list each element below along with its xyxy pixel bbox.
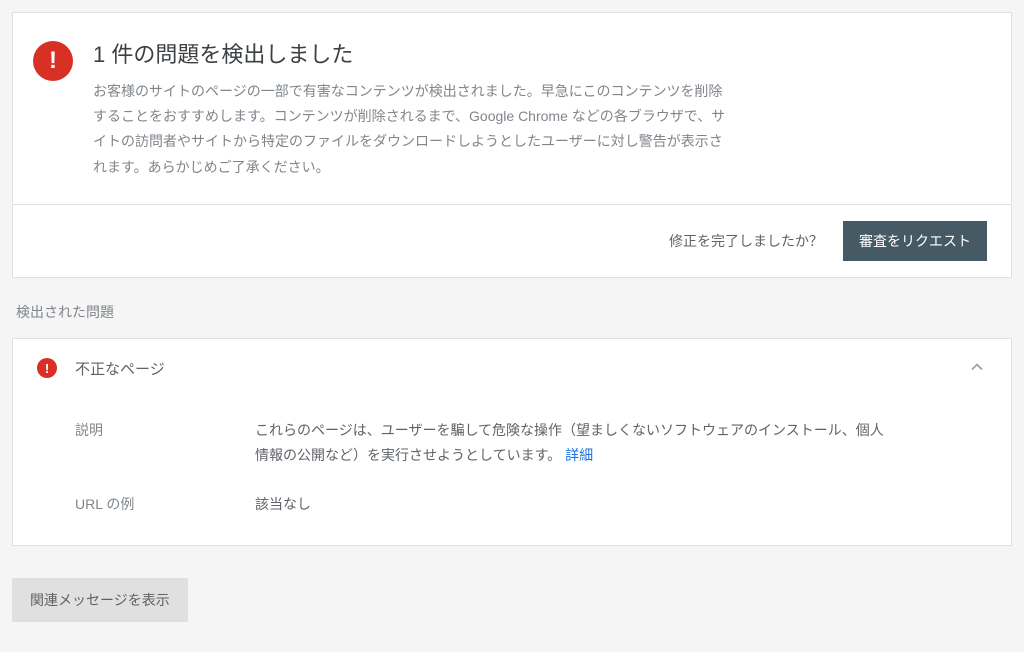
error-icon: !: [37, 358, 57, 378]
url-example-row: URL の例 該当なし: [75, 492, 987, 517]
alert-card: ! 1 件の問題を検出しました お客様のサイトのページの一部で有害なコンテンツが…: [12, 12, 1012, 278]
error-icon: !: [33, 41, 73, 81]
alert-description: お客様のサイトのページの一部で有害なコンテンツが検出されました。早急にこのコンテ…: [93, 79, 733, 180]
alert-body: ! 1 件の問題を検出しました お客様のサイトのページの一部で有害なコンテンツが…: [13, 13, 1011, 204]
alert-footer: 修正を完了しましたか？ 審査をリクエスト: [13, 204, 1011, 277]
details-link[interactable]: 詳細: [565, 447, 593, 463]
show-related-messages-button[interactable]: 関連メッセージを表示: [12, 578, 188, 622]
chevron-up-icon: [967, 357, 987, 380]
issue-card: ! 不正なページ 説明 これらのページは、ユーザーを騙して危険な操作（望ましくな…: [12, 338, 1012, 547]
description-row: 説明 これらのページは、ユーザーを騙して危険な操作（望ましくないソフトウェアのイ…: [75, 418, 987, 468]
alert-text-block: 1 件の問題を検出しました お客様のサイトのページの一部で有害なコンテンツが検出…: [93, 37, 733, 180]
url-example-value: 該当なし: [255, 492, 311, 517]
issue-accordion-header[interactable]: ! 不正なページ: [13, 339, 1011, 398]
detected-issues-heading: 検出された問題: [16, 302, 1012, 322]
issue-title: 不正なページ: [75, 358, 949, 379]
fix-prompt-label: 修正を完了しましたか？: [669, 231, 823, 251]
description-value: これらのページは、ユーザーを騙して危険な操作（望ましくないソフトウェアのインスト…: [255, 418, 895, 468]
issue-accordion-body: 説明 これらのページは、ユーザーを騙して危険な操作（望ましくないソフトウェアのイ…: [13, 398, 1011, 546]
request-review-button[interactable]: 審査をリクエスト: [843, 221, 987, 261]
alert-title: 1 件の問題を検出しました: [93, 37, 733, 69]
description-label: 説明: [75, 418, 255, 440]
url-example-label: URL の例: [75, 492, 255, 514]
